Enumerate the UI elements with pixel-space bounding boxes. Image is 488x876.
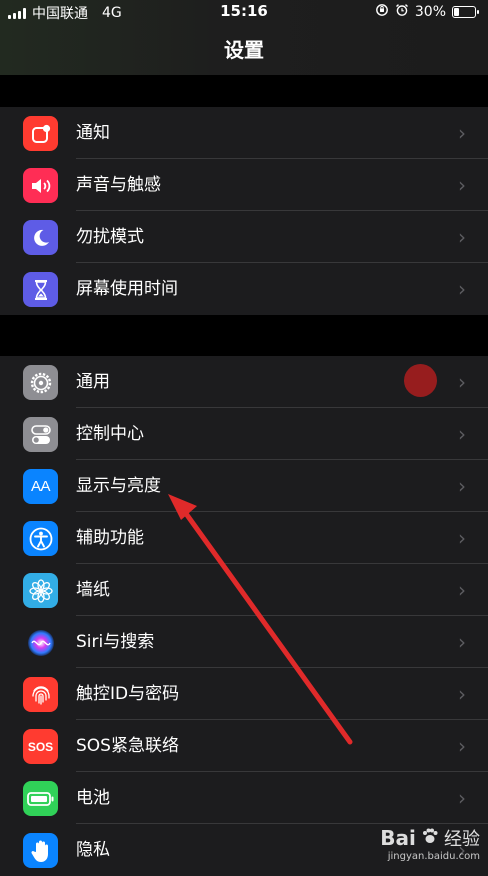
fingerprint-icon xyxy=(23,677,58,712)
chevron-right-icon: › xyxy=(458,370,466,394)
chevron-right-icon: › xyxy=(458,474,466,498)
chevron-right-icon: › xyxy=(458,422,466,446)
settings-group-1: 通知 › 声音与触感 › 勿扰模式 › 屏幕使用时间 › xyxy=(0,107,488,315)
chevron-right-icon: › xyxy=(458,121,466,145)
chevron-right-icon: › xyxy=(458,734,466,758)
chevron-right-icon: › xyxy=(458,786,466,810)
alarm-icon xyxy=(395,3,409,21)
rotation-lock-icon xyxy=(375,3,389,21)
page-title: 设置 xyxy=(224,38,264,62)
nav-header: 中国联通 4G 15:16 30% 设置 xyxy=(0,0,488,75)
settings-row[interactable]: 屏幕使用时间 › xyxy=(0,263,488,315)
settings-row-label: 隐私 xyxy=(76,840,110,860)
status-bar: 中国联通 4G 15:16 30% xyxy=(0,0,488,22)
watermark-logo: Bai xyxy=(380,826,416,850)
settings-row[interactable]: 墙纸 › xyxy=(0,564,488,616)
battery-icon xyxy=(452,6,479,18)
settings-row-label: 显示与亮度 xyxy=(76,476,161,496)
settings-group-2: 通用 › 控制中心 › AA 显示与亮度 › 辅助功能 › 墙纸 › Siri与搜索 › 触控ID与密码 ›… xyxy=(0,356,488,876)
settings-row[interactable]: Siri与搜索 › xyxy=(0,616,488,668)
siri-icon xyxy=(23,625,58,660)
paw-icon xyxy=(421,828,444,849)
hourglass-icon xyxy=(23,272,58,307)
text-size-glyph: AA xyxy=(30,478,51,495)
watermark-url: jingyan.baidu.com xyxy=(387,851,480,862)
settings-row[interactable]: 声音与触感 › xyxy=(0,159,488,211)
battery-percent: 30% xyxy=(414,4,446,20)
chevron-right-icon: › xyxy=(458,526,466,550)
settings-row-label: 通用 xyxy=(76,372,110,392)
settings-row-label: 电池 xyxy=(76,788,110,808)
settings-row-label: 触控ID与密码 xyxy=(76,684,180,704)
battery-green-icon xyxy=(23,781,58,816)
sos-icon: SOS xyxy=(23,729,58,764)
settings-row-label: SOS紧急联络 xyxy=(76,736,179,756)
settings-row-label: 墙纸 xyxy=(76,580,110,600)
chevron-right-icon: › xyxy=(458,225,466,249)
settings-row[interactable]: SOS SOS紧急联络 › xyxy=(0,720,488,772)
chevron-right-icon: › xyxy=(458,578,466,602)
chevron-right-icon: › xyxy=(458,173,466,197)
settings-row[interactable]: 控制中心 › xyxy=(0,408,488,460)
touch-indicator xyxy=(404,364,437,397)
notifications-icon xyxy=(23,116,58,151)
settings-row[interactable]: 电池 › xyxy=(0,772,488,824)
chevron-right-icon: › xyxy=(458,277,466,301)
gear-icon xyxy=(23,365,58,400)
settings-row[interactable]: 勿扰模式 › xyxy=(0,211,488,263)
status-right: 30% xyxy=(375,3,479,21)
baidu-watermark: Bai 经验 jingyan.baidu.com xyxy=(380,825,480,862)
settings-row-label: 勿扰模式 xyxy=(76,227,144,247)
chevron-right-icon: › xyxy=(458,682,466,706)
accessibility-icon xyxy=(23,521,58,556)
hand-icon xyxy=(23,833,58,868)
sos-glyph: SOS xyxy=(27,739,54,754)
text-size-icon: AA xyxy=(23,469,58,504)
settings-row-label: 辅助功能 xyxy=(76,528,144,548)
settings-row-label: 控制中心 xyxy=(76,424,144,444)
flower-icon xyxy=(23,573,58,608)
moon-icon xyxy=(23,220,58,255)
settings-row[interactable]: 触控ID与密码 › xyxy=(0,668,488,720)
sound-icon xyxy=(23,168,58,203)
settings-row-label: 声音与触感 xyxy=(76,175,161,195)
toggles-icon xyxy=(23,417,58,452)
settings-row-label: Siri与搜索 xyxy=(76,632,155,652)
settings-row-label: 通知 xyxy=(76,123,110,143)
settings-row-label: 屏幕使用时间 xyxy=(76,279,178,299)
chevron-right-icon: › xyxy=(458,630,466,654)
settings-row[interactable]: AA 显示与亮度 › xyxy=(0,460,488,512)
settings-row[interactable]: 通知 › xyxy=(0,107,488,159)
watermark-brand: 经验 xyxy=(444,829,480,850)
settings-row[interactable]: 辅助功能 › xyxy=(0,512,488,564)
